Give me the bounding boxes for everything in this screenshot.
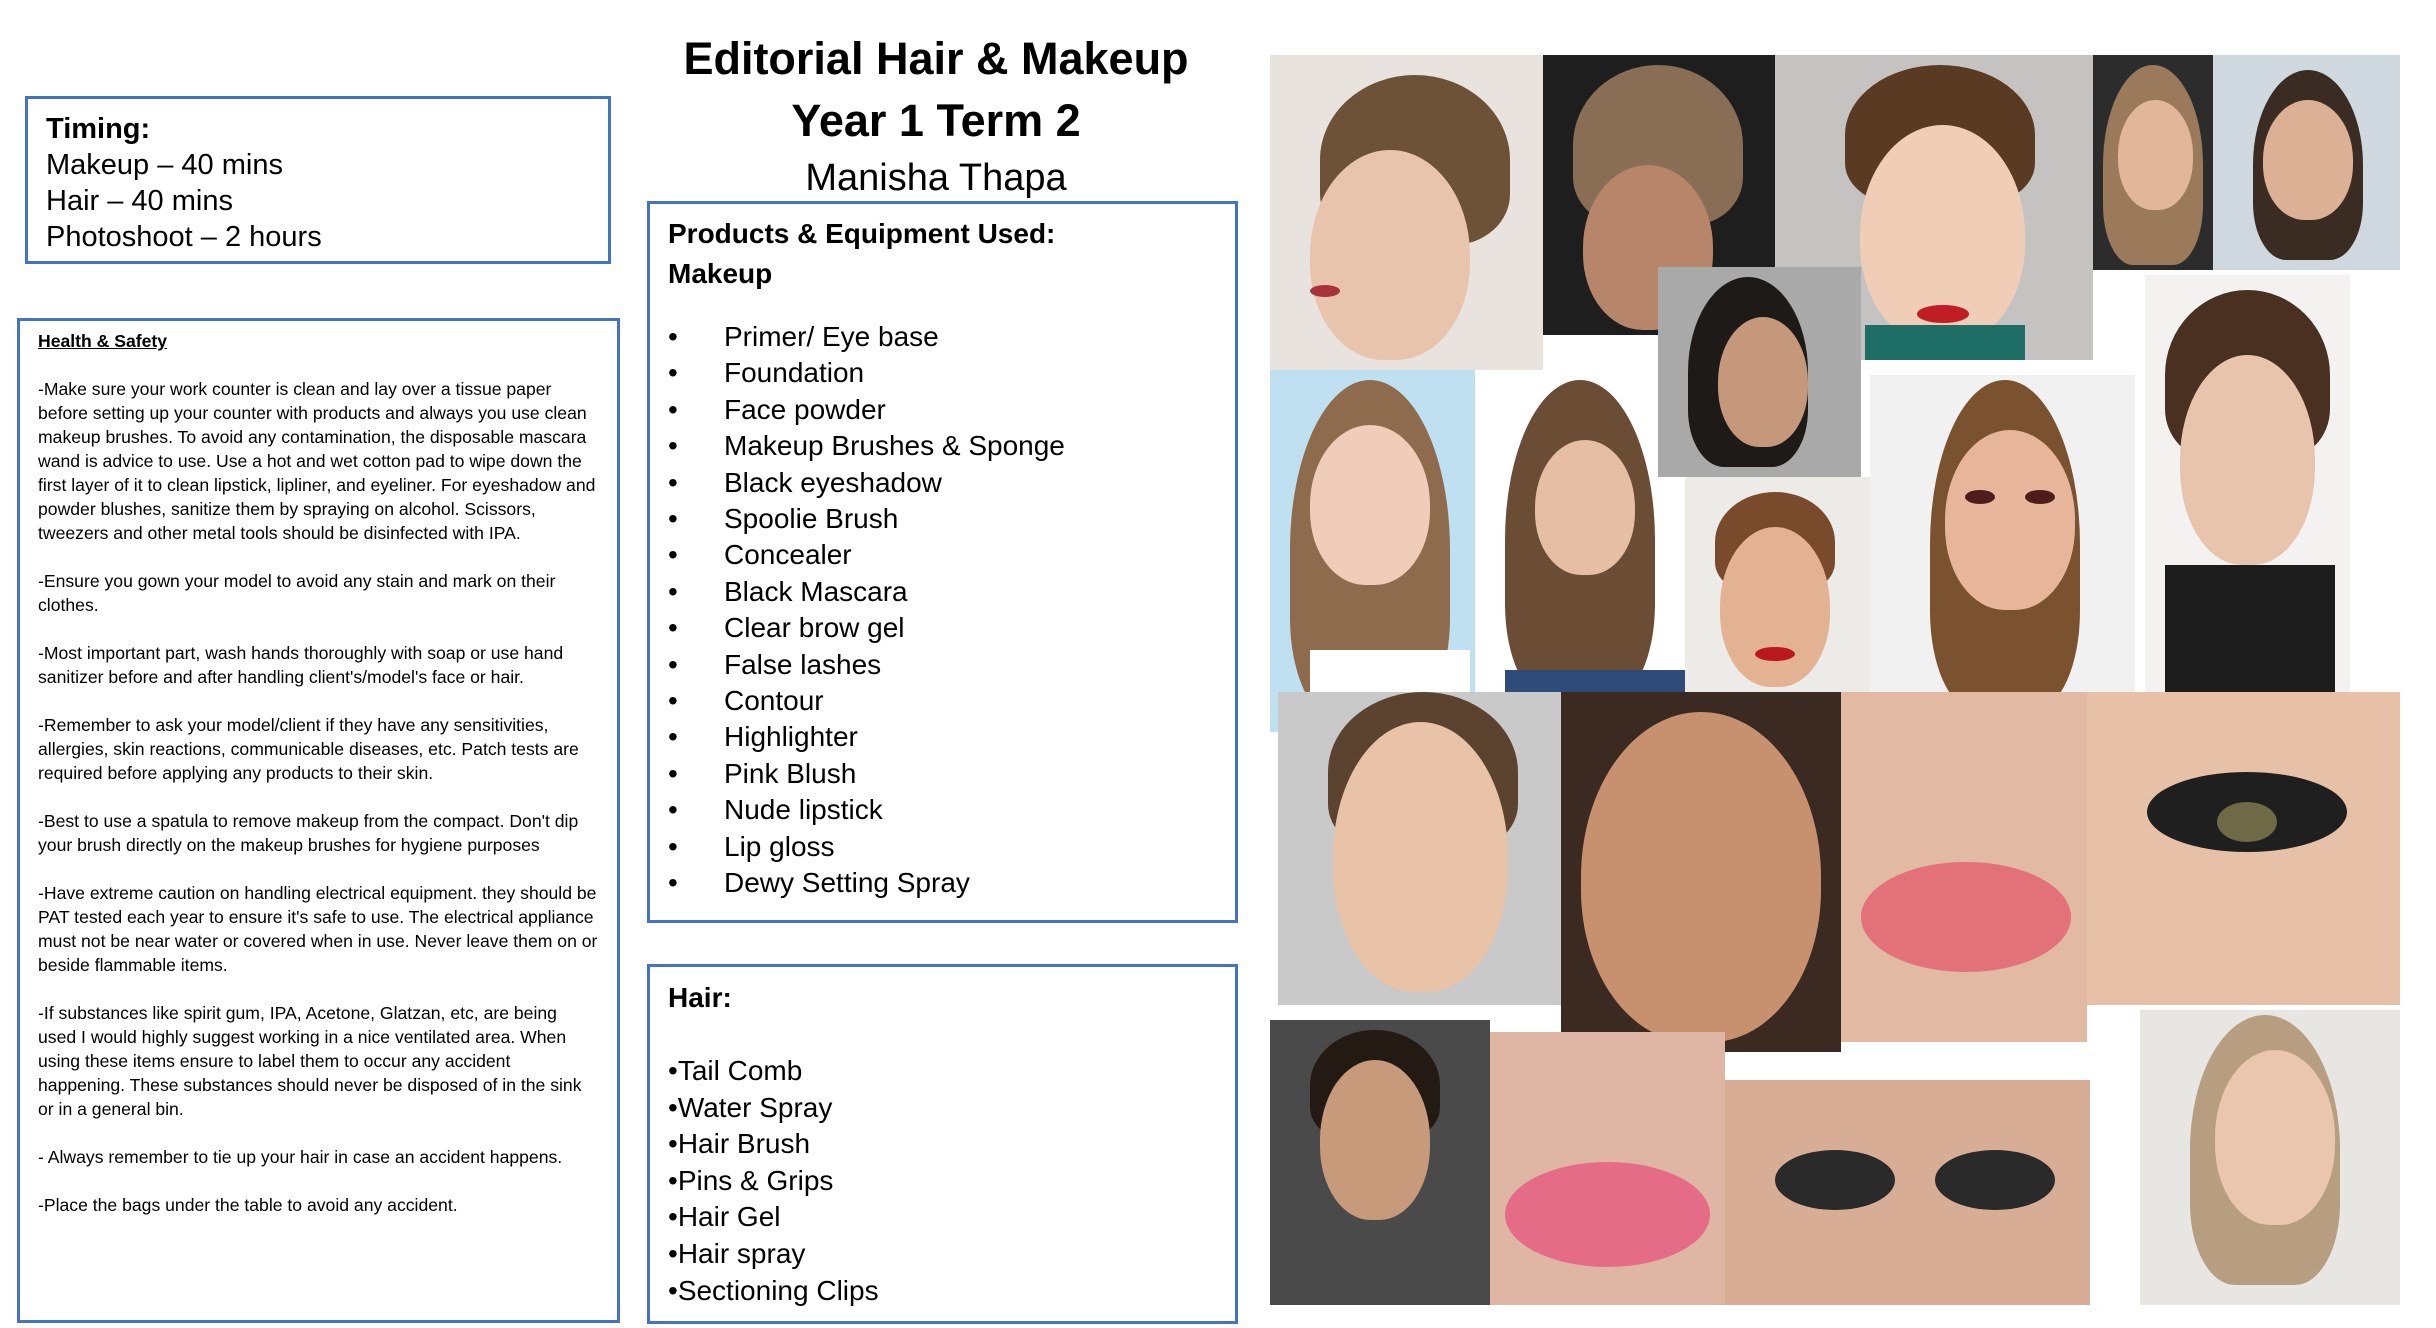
health-safety-paragraph: -Best to use a spatula to remove makeup …: [38, 811, 579, 855]
health-safety-paragraph: -If substances like spirit gum, IPA, Ace…: [38, 1003, 582, 1119]
health-safety-paragraph: -Remember to ask your model/client if th…: [38, 715, 579, 783]
photo-slick-back-model: [2213, 55, 2400, 270]
health-safety-paragraph: -Place the bags under the table to avoid…: [38, 1195, 458, 1215]
health-safety-paragraph: -Make sure your work counter is clean an…: [38, 379, 596, 543]
makeup-item: Concealer: [668, 537, 1217, 574]
timing-item: Hair – 40 mins: [46, 185, 233, 217]
health-safety-paragraph: -Have extreme caution on handling electr…: [38, 883, 598, 975]
page-title: Editorial Hair & Makeup Year 1 Term 2 Ma…: [620, 28, 1252, 204]
makeup-item: False lashes: [668, 647, 1217, 684]
makeup-item: Spoolie Brush: [668, 501, 1217, 538]
photo-glowing-skin-model: [2140, 1010, 2400, 1305]
photo-wet-strands: [1475, 370, 1685, 732]
photo-smoky-eye: [2087, 692, 2400, 1005]
makeup-item: Lip gloss: [668, 829, 1217, 866]
makeup-item: Contour: [668, 683, 1217, 720]
photo-dewy-skin-closeup: [1561, 692, 1841, 1052]
hair-item: Water Spray: [668, 1090, 1217, 1127]
makeup-item: Nude lipstick: [668, 792, 1217, 829]
hair-item: Hair Gel: [668, 1199, 1217, 1236]
hair-item: Hair Brush: [668, 1126, 1217, 1163]
makeup-item: Highlighter: [668, 719, 1217, 756]
hair-item: Pins & Grips: [668, 1163, 1217, 1200]
title-line-1: Editorial Hair & Makeup: [683, 33, 1189, 84]
photo-slicked-ponytail: [1658, 267, 1861, 477]
health-safety-paragraph: - Always remember to tie up your hair in…: [38, 1147, 563, 1167]
makeup-item: Pink Blush: [668, 756, 1217, 793]
health-safety-paragraph: -Ensure you gown your model to avoid any…: [38, 571, 556, 615]
hair-item: Tail Comb: [668, 1053, 1217, 1090]
makeup-item: Clear brow gel: [668, 610, 1217, 647]
health-safety-paragraph: -Most important part, wash hands thoroug…: [38, 643, 564, 687]
timing-box: Timing: Makeup – 40 mins Hair – 40 mins …: [25, 96, 611, 264]
makeup-item: Face powder: [668, 392, 1217, 429]
makeup-list: Primer/ Eye base Foundation Face powder …: [668, 319, 1217, 902]
moodboard-collage: [1270, 55, 2400, 1305]
makeup-item: Foundation: [668, 355, 1217, 392]
hair-box: Hair: Tail Comb Water Spray Hair Brush P…: [647, 964, 1238, 1324]
photo-bold-brows-portrait: [1278, 692, 1561, 1005]
makeup-subheading: Makeup: [668, 258, 773, 289]
author-name: Manisha Thapa: [805, 157, 1067, 199]
photo-smoky-eye-waves: [1870, 375, 2135, 730]
photo-smoky-eye-closeup: [1725, 1080, 2090, 1305]
hair-item: Hair spray: [668, 1236, 1217, 1273]
photo-gloss-lips-wand: [1490, 1032, 1725, 1305]
photo-glossy-lips: [1841, 692, 2087, 1042]
hair-heading: Hair:: [668, 982, 732, 1013]
health-safety-box: Health & Safety -Make sure your work cou…: [17, 318, 620, 1323]
health-safety-heading: Health & Safety: [38, 331, 168, 351]
photo-wet-hair-glow: [2093, 55, 2213, 270]
timing-heading: Timing:: [46, 113, 151, 145]
makeup-item: Black Mascara: [668, 574, 1217, 611]
timing-item: Photoshoot – 2 hours: [46, 221, 322, 253]
title-line-2: Year 1 Term 2: [791, 95, 1081, 146]
makeup-item: Primer/ Eye base: [668, 319, 1217, 356]
photo-slicked-side-profile: [1270, 55, 1543, 370]
photo-glowing-shoulder: [1270, 1020, 1490, 1305]
makeup-item: Makeup Brushes & Sponge: [668, 428, 1217, 465]
products-box: Products & Equipment Used: Makeup Primer…: [647, 201, 1238, 923]
hair-item: Sectioning Clips: [668, 1273, 1217, 1310]
photo-wet-look-hair: [1270, 370, 1475, 732]
timing-item: Makeup – 40 mins: [46, 149, 283, 181]
makeup-item: Dewy Setting Spray: [668, 865, 1217, 902]
hair-list: Tail Comb Water Spray Hair Brush Pins & …: [668, 1053, 1217, 1309]
products-heading: Products & Equipment Used:: [668, 218, 1056, 249]
photo-finger-waves: [2145, 275, 2350, 733]
makeup-item: Black eyeshadow: [668, 465, 1217, 502]
